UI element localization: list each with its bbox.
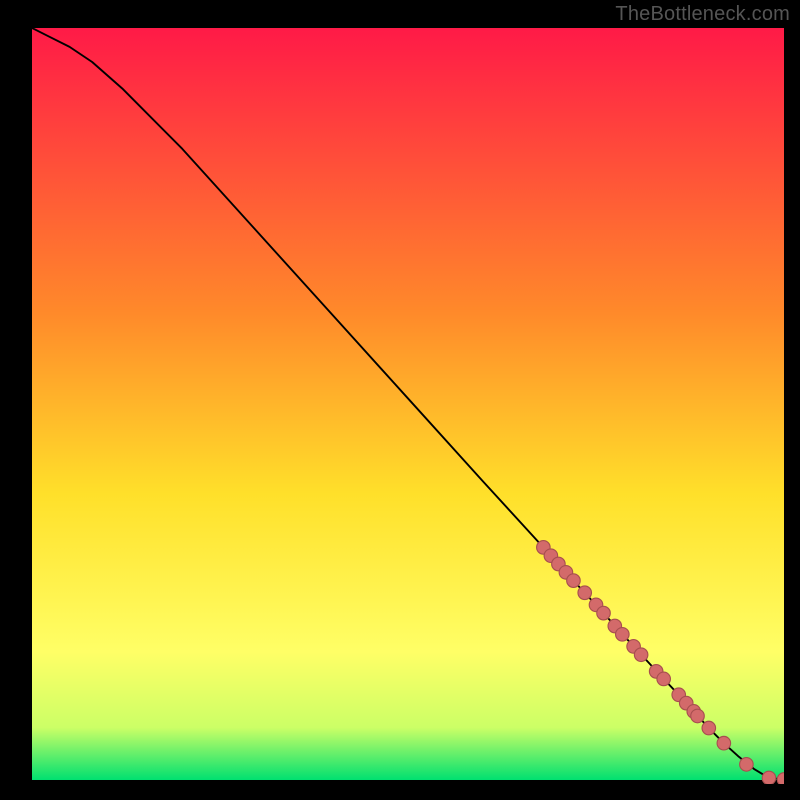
data-point — [691, 709, 705, 723]
data-point — [634, 648, 648, 662]
data-point — [567, 574, 581, 588]
bottleneck-curve — [32, 28, 784, 779]
plot-overlay — [32, 28, 784, 784]
data-point — [616, 628, 630, 642]
data-point — [717, 736, 731, 750]
attribution-label: TheBottleneck.com — [615, 3, 790, 26]
data-point — [597, 606, 611, 620]
data-point — [657, 672, 671, 686]
data-point — [740, 758, 754, 772]
data-points — [537, 541, 784, 784]
chart-root: TheBottleneck.com — [0, 0, 800, 800]
data-point — [762, 771, 776, 784]
plot-area — [32, 28, 784, 784]
data-point — [702, 721, 716, 735]
data-point — [777, 773, 784, 784]
data-point — [578, 586, 592, 600]
